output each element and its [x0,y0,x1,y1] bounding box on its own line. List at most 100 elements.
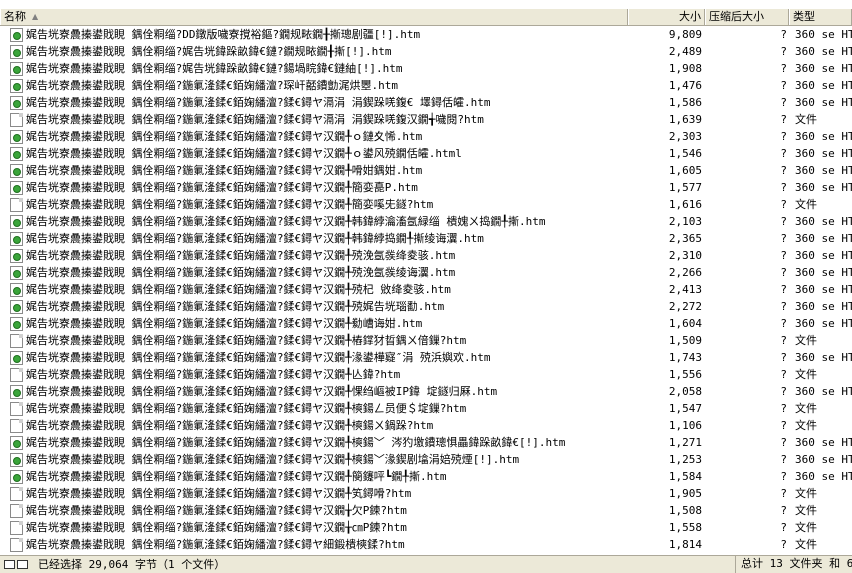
html-file-icon [10,435,23,450]
column-header-type[interactable]: 类型 [789,9,852,25]
table-row[interactable]: 娓告垙寮曟搸鍙戝睍 鍝佺粡缁?鍦氭湰鍒€銆婅繙澶?鍒€鐞ヤ汉鐗╁欠P鍊?htm 1… [0,502,852,519]
file-compressed-size: ? [780,300,787,313]
file-size: 1,743 [668,351,702,364]
file-name-cell: 娓告垙寮曟搸鍙戝睍 鍝佺粡缁?鍦氭湰鍒€銆婅繙澶?鍒€鐞ヤ汉鐗╀簢鑳呯┗鐗╀摲.… [0,468,628,485]
html-file-icon [10,265,23,280]
file-compressed-size: ? [780,419,787,432]
table-row[interactable]: 娓告垙寮曟搸鍙戝睍 鍝佺粡缁?鍦氭湰鍒€銆婅繙澶?鍒€鐞ヤ汉鐗╀韩鍏綍捣鐗╀摲绫… [0,230,852,247]
file-size: 1,814 [668,538,702,551]
table-row[interactable]: 娓告垙寮曟搸鍙戝睍 鍝佺粡缁?鍦氭湰鍒€銆婅繙澶?鍒€鐞ヤ汉鐗╀簢鑳呯┗鐗╀摲.… [0,468,852,485]
table-row[interactable]: 娓告垙寮曟搸鍙戝睍 鍝佺粡缁?鍦氭湰鍒€銆婅繙澶?鍒€鐞ヤ細鍛樻樉鍒?htm 1,… [0,536,852,553]
table-row[interactable]: 娓告垙寮曟搸鍙戝睍 鍝佺粡缁?娓告垙鍏跺畝鍏€鏈?鐗规畩鐗╂摲[!].htm 2,… [0,43,852,60]
table-row[interactable]: 娓告垙寮曟搸鍙戝睍 鍝佺粡缁?鍦氭湰鍒€銆婅繙澶?鍒€鐞ヤ汉鐗╀亾鍏?htm 1,… [0,366,852,383]
table-row[interactable]: 娓告垙寮曟搸鍙戝睍 鍝佺粡缁?娓告垙鍏跺畝鍏€鏈?鍚堝睆鍏€鏈紬[!].htm 1… [0,60,852,77]
file-name-cell: 娓告垙寮曟搸鍙戝睍 鍝佺粡缁?鍦氭湰鍒€銆婅繙澶?鍒€鐞ヤ汉鐗╀簡娈嗭P.htm [0,179,628,196]
file-name: 娓告垙寮曟搸鍙戝睍 鍝佺粡缁?鍦氭湰鍒€銆婅繙澶?鍒€鐞ヤ汉鐗╀樉鍚ㄥ员便＄埞鏁… [26,402,467,415]
table-row[interactable]: 娓告垙寮曟搸鍙戝睍 鍝佺粡缁?鍦氭湰鍒€銆婅繙澶?鍒€鐞ヤ汉鐗╀樉鍚﹀ 涔犳墽鐨… [0,434,852,451]
table-row[interactable]: 娓告垙寮曟搸鍙戝睍 鍝佺粡缁?鍦氭湰鍒€銆婅繙澶?鍒€鐞ヤ汉鐗╀惈绉嶇被IP鍏 … [0,383,852,400]
table-row[interactable]: 娓告垙寮曟搸鍙戝睍 鍝佺粡缁?鍦氭湰鍒€銆婅繙澶?鍒€鐞ヤ汉鐗╀ｏ鏈夊悕.htm… [0,128,852,145]
file-compressed-size: ? [780,79,787,92]
file-compressed-size: ? [780,385,787,398]
table-row[interactable]: 娓告垙寮曟搸鍙戝睍 鍝佺粡缁?鍦氭湰鍒€銆婅繙澶?琛屽嚭鐨勯浘烘瞾.htm 1,4… [0,77,852,94]
table-row[interactable]: 娓告垙寮曟搸鍙戝睍 鍝佺粡缁?鍦氭湰鍒€銆婅繙澶?鍒€鐞ヤ汉鐗╀簡娈嗘兂鐩?ht… [0,196,852,213]
table-row[interactable]: 娓告垙寮曟搸鍙戝睍 鍝佺粡缁?鍦氭湰鍒€銆婅繙澶?鍒€鐞ヤ汉鐗╁㎝P鍊?htm 1… [0,519,852,536]
file-name-cell: 娓告垙寮曟搸鍙戝睍 鍝佺粡缁?鍦氭湰鍒€銆婅繙澶?琛屽嚭鐨勯浘烘瞾.htm [0,77,628,94]
file-name-cell: 娓告垙寮曟搸鍙戝睍 鍝佺粡缁?鍦氭湰鍒€銆婅繙澶?鍒€鐞ヤ汉鐗╀嗗姏鍝姏.htm [0,162,628,179]
file-type: 360 se HTML [795,470,852,483]
file-name: 娓告垙寮曟搸鍙戝睍 鍝佺粡缁?娓告垙鍏跺畝鍏€鏈?鐗规畩鐗╂摲[!].htm [26,45,392,58]
table-row[interactable]: 娓告垙寮曟搸鍙戝睍 鍝佺粡缁?鍦氭湰鍒€銆婅繙澶?鍒€鐞ヤ汉鐗╀樉鍚ㄥ员便＄埞鏁… [0,400,852,417]
file-compressed-size: ? [780,487,787,500]
file-icon [10,112,23,127]
file-name-cell: 娓告垙寮曟搸鍙戝睍 鍝佺粡缁?鍦氭湰鍒€銆婅繙澶?鍒€鐞ヤ汉鐗╀亾鍏?htm [0,366,628,383]
table-row[interactable]: 娓告垙寮曟搸鍙戝睍 鍝佺粡缁?鍦氭湰鍒€銆婅繙澶?鍒€鐞ヤ汉鐗╀樉鍚﹀湪鍥剧墖涓… [0,451,852,468]
column-header-bar: 名称 ▲ 大小 压缩后大小 类型 [0,9,852,26]
file-size: 1,271 [668,436,702,449]
file-type: 文件 [795,419,817,432]
file-name-cell: 娓告垙寮曟搸鍙戝睍 鍝佺粡缁?鍦氭湰鍒€銆婅繙澶?鍒€鐞ヤ滆涓 涓鍥跺唴鍑€ 墿… [0,94,628,111]
table-row[interactable]: 娓告垙寮曟搸鍙戝睍 鍝佺粡缁?鍦氭湰鍒€銆婅繙澶?鍒€鐞ヤ汉鐗╀笂鐞嗗?htm 1… [0,485,852,502]
file-name-cell: 娓告垙寮曟搸鍙戝睍 鍝佺粡缁?鍦氭湰鍒€銆婅繙澶?鍒€鐞ヤ汉鐗╀殑杞 敓绛夌骇.… [0,281,628,298]
html-file-icon [10,95,23,110]
file-size: 1,616 [668,198,702,211]
file-size: 1,547 [668,402,702,415]
file-size: 1,908 [668,62,702,75]
file-name-cell: 娓告垙寮曟搸鍙戝睍 鍝佺粡缁?鍦氭湰鍒€銆婅繙澶?鍒€鐞ヤ汉鐗╁欠P鍊?htm [0,502,628,519]
table-row[interactable]: 娓告垙寮曟搸鍙戝睍 鍝佺粡缁?鍦氭湰鍒€銆婅繙澶?鍒€鐞ヤ汉鐗╀殑浼氬彂绫诲瀷.… [0,264,852,281]
file-compressed-size: ? [780,113,787,126]
html-file-icon [10,44,23,59]
file-name: 娓告垙寮曟搸鍙戝睍 鍝佺粡缁?鍦氭湰鍒€銆婅繙澶?鍒€鐞ヤ汉鐗╀韩鍏綍瀹滀氬緑缁… [26,215,546,228]
file-type: 360 se HTML [795,300,852,313]
table-row[interactable]: 娓告垙寮曟搸鍙戝睍 鍝佺粡缁?鍦氭湰鍒€銆婅繙澶?鍒€鐞ヤ汉鐗╀殑浼氬彂绛夌骇.… [0,247,852,264]
file-type: 360 se HTML [795,266,852,279]
file-size: 2,310 [668,249,702,262]
column-header-compressed-size[interactable]: 压缩后大小 [705,9,789,25]
file-size: 1,546 [668,147,702,160]
file-name: 娓告垙寮曟搸鍙戝睍 鍝佺粡缁?鍦氭湰鍒€銆婅繙澶?鍒€鐞ヤ汉鐗╀ｏ鏈夊悕.htm [26,130,423,143]
file-icon [10,333,23,348]
file-type: 360 se HTML [795,62,852,75]
table-row[interactable]: 娓告垙寮曟搸鍙戝睍 鍝佺粡缁?鍦氭湰鍒€銆婅繙澶?鍒€鐞ヤ汉鐗╀勬嶆诲姏.htm… [0,315,852,332]
file-icon [10,537,23,552]
table-row[interactable]: 娓告垙寮曟搸鍙戝睍 鍝佺粡缁?鍦氭湰鍒€銆婅繙澶?鍒€鐞ヤ汉鐗╀ｏ鍙风殑鐗佸皬.… [0,145,852,162]
column-header-name[interactable]: 名称 ▲ [0,9,628,25]
table-row[interactable]: 娓告垙寮曟搸鍙戝睍 鍝佺粡缁?鍦氭湰鍒€銆婅繙澶?鍒€鐞ヤ汉鐗╀樉鍚ㄨ鍋跺?ht… [0,417,852,434]
table-row[interactable]: 娓告垙寮曟搸鍙戝睍 鍝佺粡缁?鍦氭湰鍒€銆婅繙澶?鍒€鐞ヤ汉鐗╀湪鍙樺寲″涓 殑… [0,349,852,366]
table-row[interactable]: 娓告垙寮曟搸鍙戝睍 鍝佺粡缁?鍦氭湰鍒€銆婅繙澶?鍒€鐞ヤ汉鐗╀嗗姏鍝姏.htm… [0,162,852,179]
table-row[interactable]: 娓告垙寮曟搸鍙戝睍 鍝佺粡缁?鍦氭湰鍒€銆婅繙澶?鍒€鐞ヤ汉鐗╀樁鐣犲晢鍝ㄨ偣鏁… [0,332,852,349]
file-name-cell: 娓告垙寮曟搸鍙戝睍 鍝佺粡缁?鍦氭湰鍒€銆婅繙澶?鍒€鐞ヤ汉鐗╀殑浼氬彂绛夌骇.… [0,247,628,264]
table-row[interactable]: 娓告垙寮曟搸鍙戝睍 鍝佺粡缁?鍦氭湰鍒€銆婅繙澶?鍒€鐞ヤ汉鐗╀殑娓告垙瑙勫.h… [0,298,852,315]
file-type: 360 se HTML [795,164,852,177]
file-name-cell: 娓告垙寮曟搸鍙戝睍 鍝佺粡缁?鍦氭湰鍒€銆婅繙澶?鍒€鐞ヤ汉鐗╀樉鍚ㄥ员便＄埞鏁… [0,400,628,417]
table-row[interactable]: 娓告垙寮曟搸鍙戝睍 鍝佺粡缁?鍦氭湰鍒€銆婅繙澶?鍒€鐞ヤ滆涓 涓鍥跺唴鍑€ 墿… [0,94,852,111]
file-type: 360 se HTML [795,79,852,92]
file-name: 娓告垙寮曟搸鍙戝睍 鍝佺粡缁?鍦氭湰鍒€銆婅繙澶?鍒€鐞ヤ汉鐗╀樉鍚ㄨ鍋跺?ht… [26,419,434,432]
column-header-size[interactable]: 大小 [628,9,705,25]
html-file-icon [10,129,23,144]
file-name: 娓告垙寮曟搸鍙戝睍 鍝佺粡缁?鍦氭湰鍒€銆婅繙澶?鍒€鐞ヤ滆涓 涓鍥跺唴鍑€ 墿… [26,96,491,109]
file-name-cell: 娓告垙寮曟搸鍙戝睍 鍝佺粡缁?鍦氭湰鍒€銆婅繙澶?鍒€鐞ヤ汉鐗╀樉鍚ㄨ鍋跺?ht… [0,417,628,434]
file-name-cell: 娓告垙寮曟搸鍙戝睍 鍝佺粡缁?鍦氭湰鍒€銆婅繙澶?鍒€鐞ヤ汉鐗╁㎝P鍊?htm [0,519,628,536]
table-row[interactable]: 娓告垙寮曟搸鍙戝睍 鍝佺粡缁?鍦氭湰鍒€銆婅繙澶?鍒€鐞ヤ汉鐗╀殑杞 敓绛夌骇.… [0,281,852,298]
file-name-cell: 娓告垙寮曟搸鍙戝睍 鍝佺粡缁?鍦氭湰鍒€銆婅繙澶?鍒€鐞ヤ汉鐗╀惈绉嶇被IP鍏 … [0,383,628,400]
file-size: 1,106 [668,419,702,432]
file-name: 娓告垙寮曟搸鍙戝睍 鍝佺粡缁?鍦氭湰鍒€銆婅繙澶?鍒€鐞ヤ汉鐗╁㎝P鍊?htm [26,521,407,534]
table-row[interactable]: 娓告垙寮曟搸鍙戝睍 鍝佺粡缁?鍦氭湰鍒€銆婅繙澶?鍒€鐞ヤ滆涓 涓鍥跺唴鍑汉鐗╅… [0,111,852,128]
status-selection-panel: 已经选择 29,064 字节（1 个文件） [0,556,736,573]
file-list[interactable]: 娓告垙寮曟搸鍙戝睍 鍝佺粡缁?DD鐓版噦寮撹裕鏂?鐗规畩鐗╂摲璁剧疆[!].ht… [0,26,852,554]
file-name: 娓告垙寮曟搸鍙戝睍 鍝佺粡缁?鍦氭湰鍒€銆婅繙澶?鍒€鐞ヤ汉鐗╀殑杞 敓绛夌骇.… [26,283,451,296]
file-name-cell: 娓告垙寮曟搸鍙戝睍 鍝佺粡缁?鍦氭湰鍒€銆婅繙澶?鍒€鐞ヤ汉鐗╀韩鍏綍瀹滀氬緑缁… [0,213,628,230]
file-size: 1,639 [668,113,702,126]
file-compressed-size: ? [780,436,787,449]
file-compressed-size: ? [780,538,787,551]
file-compressed-size: ? [780,283,787,296]
file-compressed-size: ? [780,368,787,381]
table-row[interactable]: 娓告垙寮曟搸鍙戝睍 鍝佺粡缁?DD鐓版噦寮撹裕鏂?鐗规畩鐗╂摲璁剧疆[!].ht… [0,26,852,43]
file-size: 2,266 [668,266,702,279]
file-size: 1,604 [668,317,702,330]
file-name: 娓告垙寮曟搸鍙戝睍 鍝佺粡缁?鍦氭湰鍒€銆婅繙澶?鍒€鐞ヤ汉鐗╀嗗姏鍝姏.htm [26,164,423,177]
table-row[interactable]: 娓告垙寮曟搸鍙戝睍 鍝佺粡缁?鍦氭湰鍒€銆婅繙澶?鍒€鐞ヤ汉鐗╀簡娈嗭P.htm… [0,179,852,196]
table-row[interactable]: 娓告垙寮曟搸鍙戝睍 鍝佺粡缁?鍦氭湰鍒€銆婅繙澶?鍒€鐞ヤ汉鐗╀韩鍏綍瀹滀氬緑缁… [0,213,852,230]
file-type: 360 se HTML [795,96,852,109]
html-file-icon [10,180,23,195]
